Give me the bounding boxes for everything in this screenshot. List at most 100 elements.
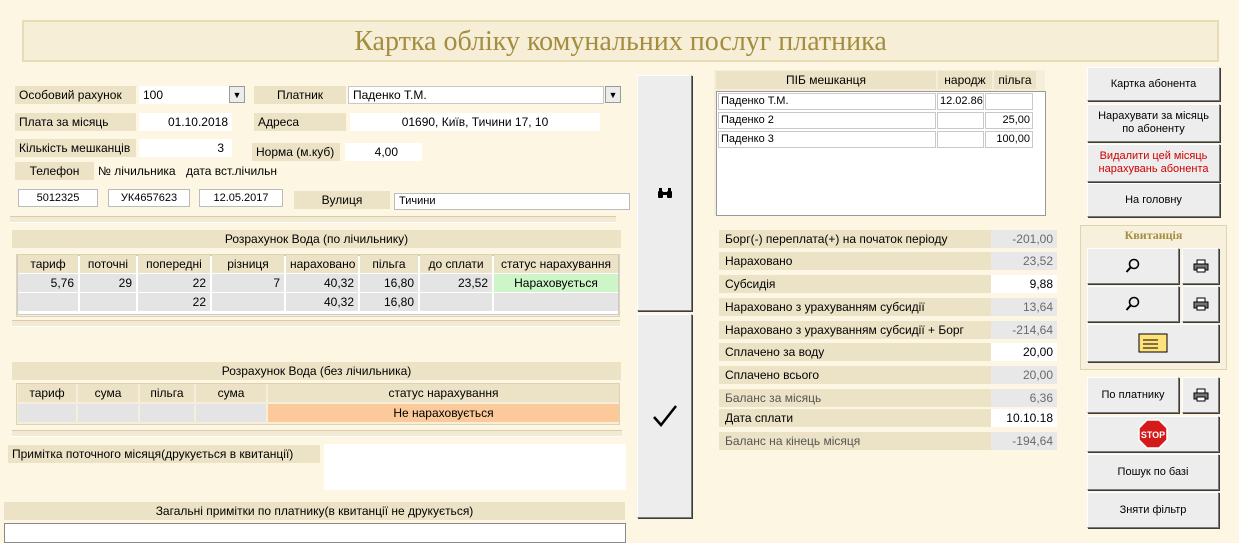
sum-label-2: Нараховано bbox=[719, 252, 991, 270]
address-label: Адреса bbox=[254, 113, 346, 131]
magnifier-icon bbox=[1125, 258, 1140, 273]
sum-label-10: Баланс на кінець місяця bbox=[719, 432, 991, 450]
sum-label-9: Дата сплати bbox=[719, 409, 991, 427]
divider bbox=[12, 320, 620, 327]
wm-h-status: статус нарахування bbox=[494, 255, 618, 273]
by-payer-button[interactable]: По платнику bbox=[1087, 377, 1179, 413]
res-r2-birth[interactable] bbox=[937, 112, 984, 129]
note-month-label: Примітка поточного місяця(друкується в к… bbox=[8, 445, 320, 463]
receipt-preview-2-button[interactable] bbox=[1087, 286, 1179, 322]
sum-value-9[interactable]: 10.10.18 bbox=[991, 409, 1057, 427]
wm-r1-benefit[interactable]: 16,80 bbox=[360, 274, 418, 292]
meter-date-field[interactable]: 12.05.2017 bbox=[199, 189, 283, 207]
wn-h-tariff: тариф bbox=[18, 384, 76, 402]
meter-no-label: № лічильника bbox=[98, 164, 176, 178]
wm-h-current: поточні bbox=[80, 255, 136, 273]
svg-text:STOP: STOP bbox=[1141, 430, 1165, 440]
wm-r1-current[interactable]: 29 bbox=[80, 274, 136, 292]
sum-label-3: Субсидія bbox=[719, 275, 991, 293]
wm-r1-accrued[interactable]: 40,32 bbox=[286, 274, 358, 292]
monthly-field[interactable]: 01.10.2018 bbox=[139, 113, 232, 131]
meter-date-label: дата вст.лічильн bbox=[186, 164, 278, 178]
account-combo[interactable]: 100 bbox=[139, 86, 229, 104]
sum-label-5: Нараховано з урахуванням субсидії + Борг bbox=[719, 321, 991, 339]
note-general-field[interactable] bbox=[4, 523, 626, 543]
res-r1-benefit[interactable] bbox=[985, 93, 1033, 110]
wm-h-tariff: тариф bbox=[18, 255, 78, 273]
wn-r-sum[interactable] bbox=[78, 404, 138, 422]
wn-r-tariff[interactable] bbox=[18, 404, 76, 422]
wm-h-diff: різниця bbox=[212, 255, 284, 273]
residents-count-label: Кількість мешканців bbox=[15, 139, 136, 157]
sum-value-8[interactable]: 6,36 bbox=[991, 389, 1057, 407]
sum-value-10[interactable]: -194,64 bbox=[991, 432, 1057, 450]
delete-month-button[interactable]: Видалити цей місяць нарахувань абонента bbox=[1087, 144, 1220, 182]
search-binoculars-button[interactable] bbox=[637, 75, 692, 311]
stop-button[interactable]: STOP bbox=[1087, 416, 1219, 452]
clear-filter-button[interactable]: Зняти фільтр bbox=[1087, 492, 1219, 528]
wm-r2-diff[interactable] bbox=[212, 293, 284, 311]
wn-r-benefit[interactable] bbox=[140, 404, 194, 422]
res-r3-birth[interactable] bbox=[937, 131, 984, 148]
sum-label-4: Нараховано з урахуванням субсидії bbox=[719, 298, 991, 316]
street-field[interactable]: Тичини bbox=[394, 193, 630, 210]
sum-value-6[interactable]: 20,00 bbox=[991, 343, 1057, 361]
wm-r1-tariff[interactable]: 5,76 bbox=[18, 274, 78, 292]
wm-r1-diff[interactable]: 7 bbox=[212, 274, 284, 292]
res-h-benefit: пільга bbox=[994, 71, 1036, 89]
account-dropdown-icon[interactable]: ▼ bbox=[229, 86, 245, 103]
wm-r2-status[interactable] bbox=[494, 293, 618, 311]
sum-value-2[interactable]: 23,52 bbox=[991, 252, 1057, 270]
res-r3-benefit[interactable]: 100,00 bbox=[985, 131, 1033, 148]
res-r3-name[interactable]: Паденко 3 bbox=[718, 131, 936, 148]
sum-label-8: Баланс за місяць bbox=[719, 389, 991, 407]
magnifier-icon bbox=[1125, 296, 1140, 311]
note-month-field[interactable] bbox=[324, 444, 626, 490]
sum-value-1[interactable]: -201,00 bbox=[991, 230, 1057, 248]
card-button[interactable]: Картка абонента bbox=[1087, 67, 1220, 101]
wm-r2-benefit[interactable]: 16,80 bbox=[360, 293, 418, 311]
accrue-button[interactable]: Нарахувати за місяць по абоненту bbox=[1087, 104, 1220, 142]
res-r1-name[interactable]: Паденко Т.М. bbox=[718, 93, 936, 110]
by-payer-print-button[interactable] bbox=[1182, 377, 1219, 413]
wn-h-sum: сума bbox=[78, 384, 138, 402]
res-r1-birth[interactable]: 12.02.86 bbox=[937, 93, 984, 110]
sum-value-5[interactable]: -214,64 bbox=[991, 321, 1057, 339]
receipt-preview-1-button[interactable] bbox=[1087, 248, 1179, 284]
water-nometer-title: Розрахунок Вода (без лічильника) bbox=[12, 362, 621, 380]
sum-value-7[interactable]: 20,00 bbox=[991, 366, 1057, 384]
wm-r2-tariff[interactable] bbox=[18, 293, 78, 311]
payer-combo[interactable]: Паденко Т.М. bbox=[348, 86, 604, 104]
wm-h-prev: попередні bbox=[138, 255, 210, 273]
wm-r2-prev[interactable]: 22 bbox=[138, 293, 210, 311]
confirm-button[interactable] bbox=[637, 314, 692, 518]
address-field[interactable]: 01690, Київ, Тичини 17, 10 bbox=[350, 113, 600, 131]
wm-r1-prev[interactable]: 22 bbox=[138, 274, 210, 292]
receipt-email-button[interactable] bbox=[1087, 324, 1219, 362]
payer-label: Платник bbox=[254, 86, 346, 104]
residents-count-field[interactable]: 3 bbox=[139, 139, 232, 157]
wn-r-sum2[interactable] bbox=[196, 404, 266, 422]
receipt-print-1-button[interactable] bbox=[1182, 248, 1219, 284]
wm-r2-accrued[interactable]: 40,32 bbox=[286, 293, 358, 311]
search-db-button[interactable]: Пошук по базі bbox=[1087, 454, 1219, 490]
wm-r1-status[interactable]: Нараховується bbox=[494, 274, 618, 292]
wm-r1-topay[interactable]: 23,52 bbox=[420, 274, 492, 292]
phone-field[interactable]: 5012325 bbox=[18, 189, 98, 207]
wn-r-status[interactable]: Не нараховується bbox=[268, 404, 619, 422]
res-r2-name[interactable]: Паденко 2 bbox=[718, 112, 936, 129]
sum-value-3[interactable]: 9,88 bbox=[991, 275, 1057, 293]
norm-field[interactable]: 4,00 bbox=[345, 143, 422, 161]
res-r2-benefit[interactable]: 25,00 bbox=[985, 112, 1033, 129]
sum-value-4[interactable]: 13,64 bbox=[991, 298, 1057, 316]
sum-label-1: Борг(-) переплата(+) на початок періоду bbox=[719, 230, 991, 248]
street-label: Вулиця bbox=[294, 191, 390, 209]
wm-r2-topay[interactable] bbox=[420, 293, 492, 311]
home-button[interactable]: На головну bbox=[1087, 183, 1220, 217]
res-h-name: ПІБ мешканця bbox=[716, 71, 936, 89]
meter-no-field[interactable]: УК4657623 bbox=[108, 189, 190, 207]
wn-h-status: статус нарахування bbox=[268, 384, 619, 402]
wm-r2-current[interactable] bbox=[80, 293, 136, 311]
payer-dropdown-icon[interactable]: ▼ bbox=[605, 86, 621, 103]
receipt-print-2-button[interactable] bbox=[1182, 286, 1219, 322]
